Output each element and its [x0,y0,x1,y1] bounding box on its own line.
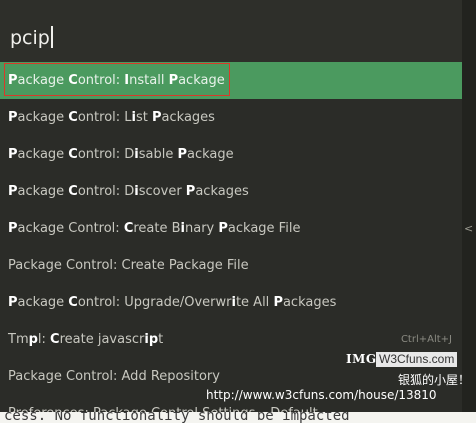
list-item[interactable]: Package Control: List Packages [0,99,462,136]
match-highlight: P [185,184,196,199]
list-item-label: Package Control: Create Package File [8,258,249,273]
match-highlight: P [218,221,228,236]
label-text: ontrol: Upgrade/Overwr [77,295,232,310]
match-highlight: C [68,295,78,310]
label-text: ackages [195,184,249,199]
label-text: ontrol: L [77,110,132,125]
match-highlight: P [8,147,18,162]
label-text: ontrol: [77,73,125,88]
label-text: ontrol: D [77,184,135,199]
label-text: ackage File [227,221,301,236]
label-text: l: [37,332,51,347]
label-text: Package Control: Create Package File [8,258,249,273]
match-highlight: C [68,184,78,199]
match-highlight: P [8,73,18,88]
match-highlight: P [8,221,18,236]
match-highlight: P [168,73,179,88]
match-highlight: C [123,221,134,236]
watermark-caption: 银狐的小屋！ [397,373,470,387]
label-text: ackage Control: [17,221,124,236]
label-text: t [158,332,164,347]
label-text: sable [138,147,178,162]
list-item-label: Package Control: Install Package [8,73,225,88]
editor-code-text: cess. No functionality should be impacte… [4,412,350,423]
match-highlight: C [68,110,78,125]
match-highlight: C [50,332,60,347]
match-highlight: C [68,73,78,88]
label-text: nstall [129,73,169,88]
list-item-label: Package Control: Discover Packages [8,184,249,199]
match-highlight: P [8,110,18,125]
label-text: ackage [178,73,225,88]
list-item-label: Package Control: Disable Package [8,147,234,162]
label-text: ackages [161,110,215,125]
label-text: reate B [133,221,181,236]
match-highlight: C [68,147,78,162]
list-item-selected[interactable]: Package Control: Install Package [0,62,462,99]
watermark-url: http://www.w3cfuns.com/house/13810 [206,388,437,402]
match-highlight: ip [144,332,159,347]
label-text: te All [235,295,274,310]
list-item[interactable]: Package Control: Create Package File [0,247,462,284]
list-item[interactable]: Package Control: Discover Packages [0,173,462,210]
match-highlight: P [152,110,162,125]
label-text: Package Control: Add Repository [8,369,220,384]
label-text: ackage [187,147,234,162]
list-item[interactable]: Package Control: Upgrade/Overwrite All P… [0,284,462,321]
watermark: IMG W3Cfuns.com 银狐的小屋！ [346,352,470,388]
list-item-label: Package Control: Add Repository [8,369,220,384]
list-item-label: Tmpl: Create javascript [8,332,163,347]
watermark-img-label: IMG [346,352,377,366]
label-text: ontrol: D [77,147,135,162]
watermark-site-badge: W3Cfuns.com [376,352,458,367]
label-text: ackage [17,295,69,310]
label-text: ackage [17,110,69,125]
list-item[interactable]: Package Control: Create Binary Package F… [0,210,462,247]
match-highlight: P [8,184,18,199]
search-query: pcip [10,27,50,49]
label-text: ackage [17,147,69,162]
match-highlight: P [8,295,18,310]
command-list: Package Control: Install Package Package … [0,62,462,395]
search-input[interactable]: pcip [10,26,53,49]
label-text: st [135,110,152,125]
label-text: ackages [282,295,337,310]
list-item-label: Package Control: List Packages [8,110,215,125]
label-text: reate javascr [59,332,145,347]
match-highlight: P [177,147,188,162]
text-caret [50,26,53,48]
label-text: ackage [17,73,69,88]
label-text: scover [138,184,186,199]
list-item[interactable]: Package Control: Disable Package [0,136,462,173]
label-text: ackage [17,184,69,199]
label-text: nary [185,221,219,236]
match-highlight: P [273,295,283,310]
chevron-left-icon: < [464,222,474,235]
search-area: pcip [0,0,462,62]
list-item-label: Package Control: Upgrade/Overwrite All P… [8,295,336,310]
editor-text-line: cess. No functionality should be impacte… [0,412,476,423]
label-text: Tm [8,332,29,347]
match-highlight: p [28,332,38,347]
list-item-label: Package Control: Create Binary Package F… [8,221,300,236]
